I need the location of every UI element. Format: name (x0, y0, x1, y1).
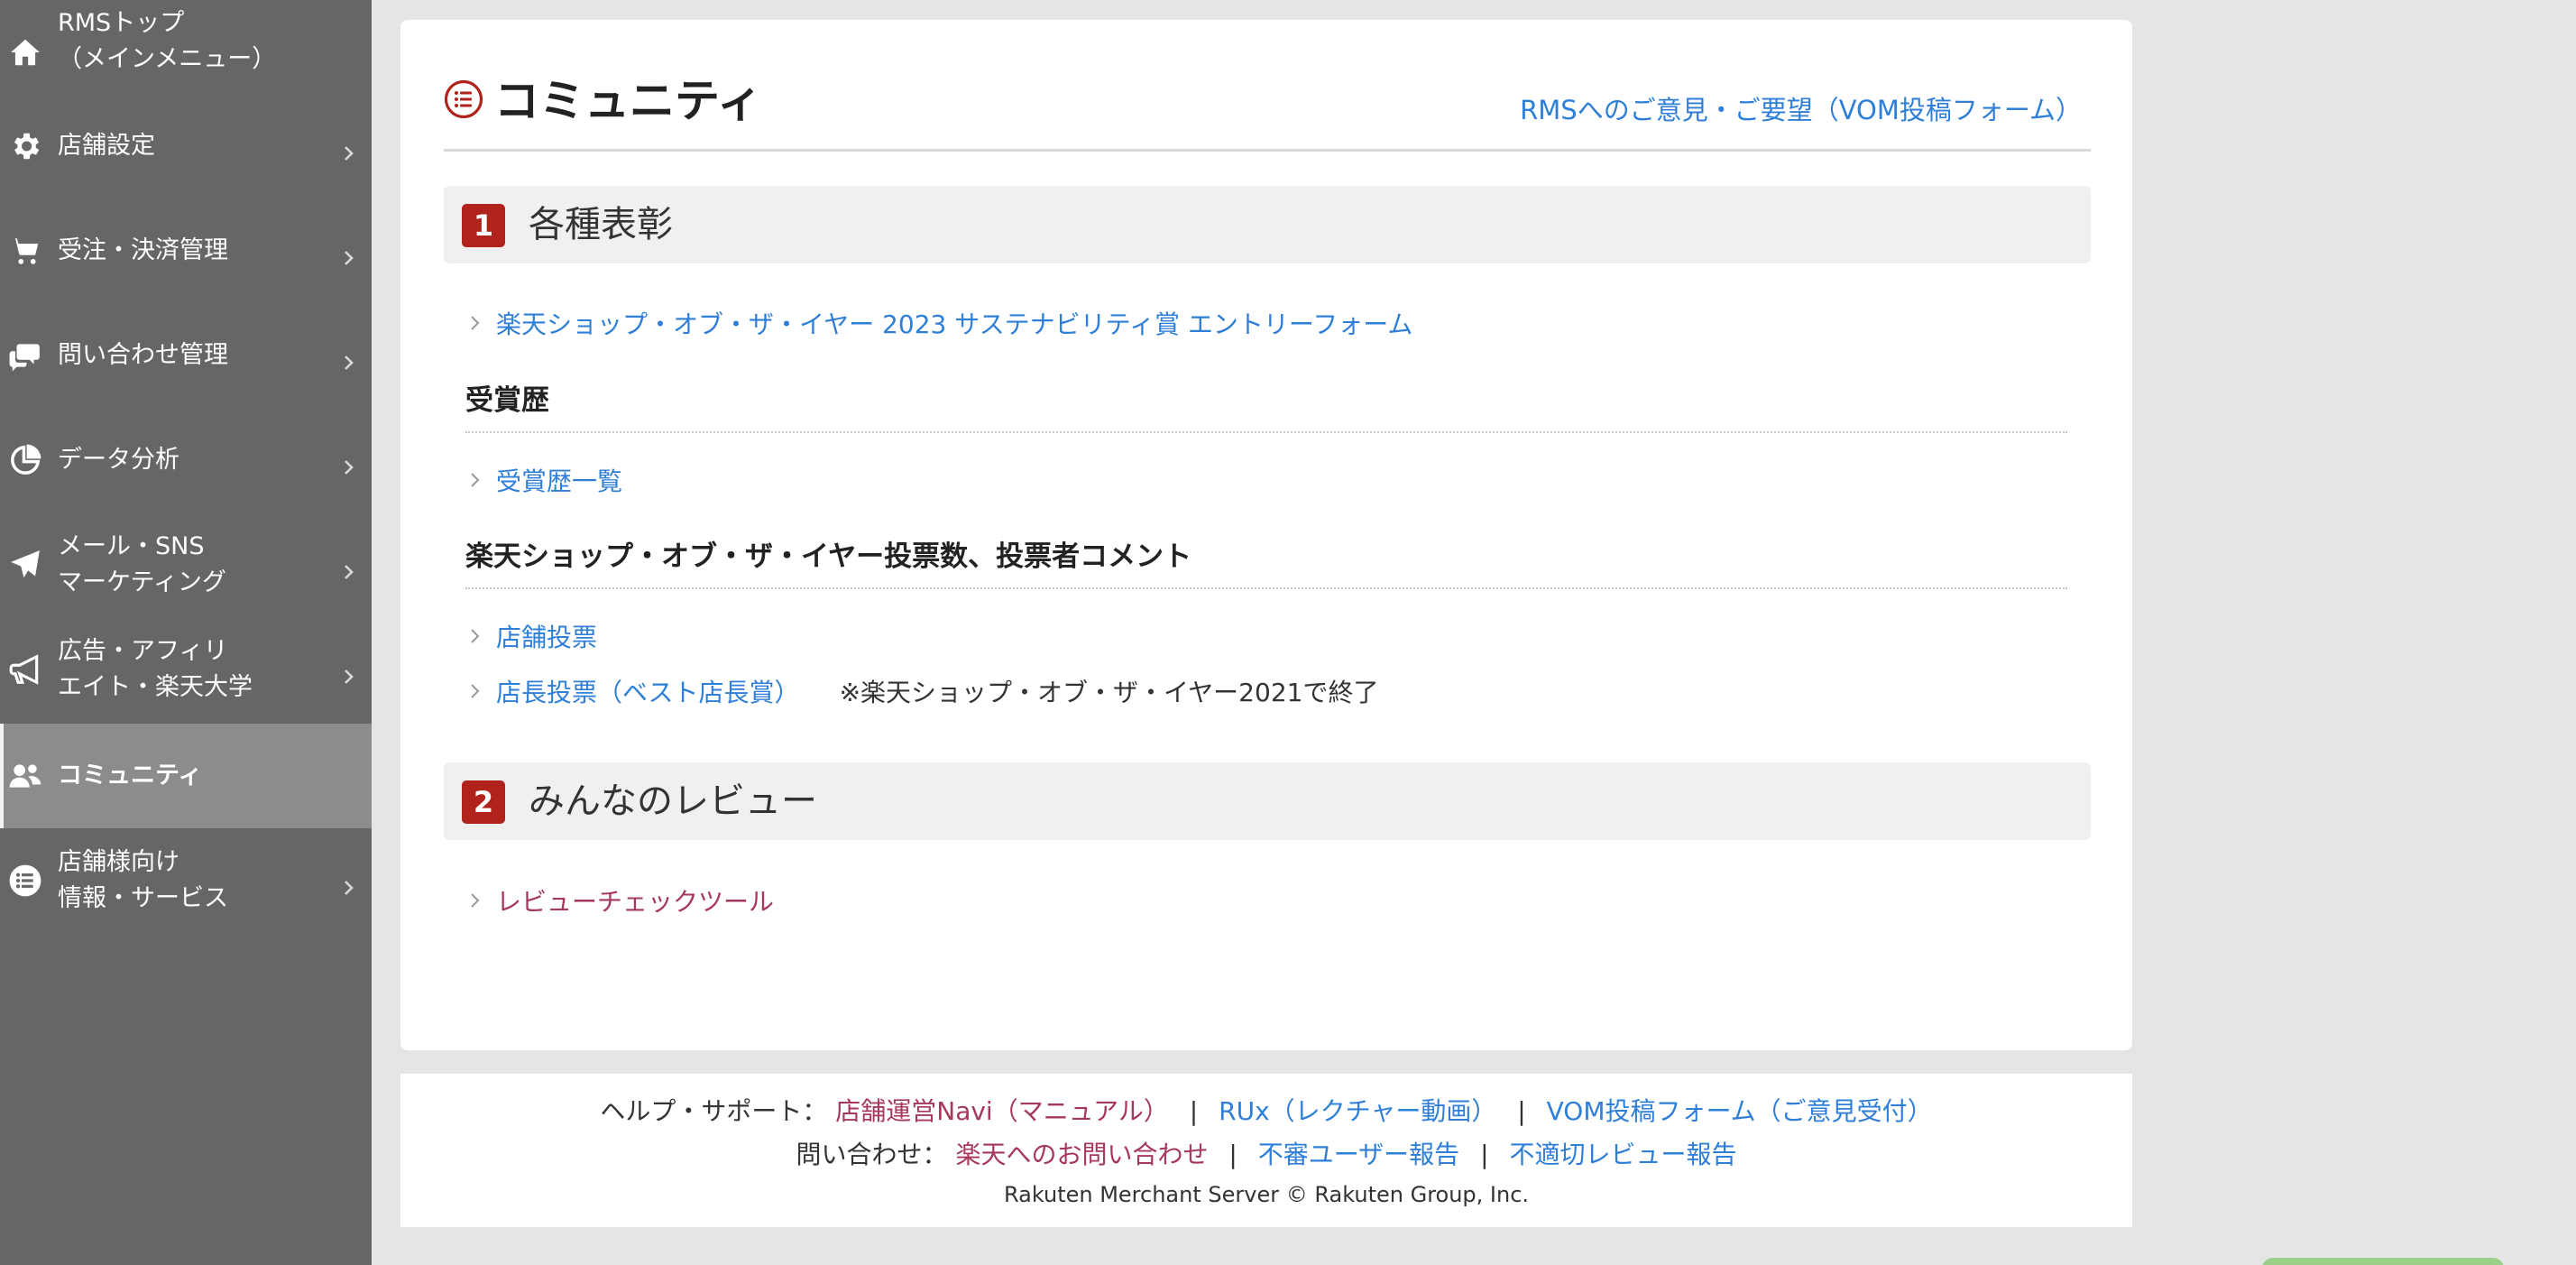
section-title: 各種表彰 (529, 204, 673, 245)
footer-help-row: ヘルプ・サポート： 店舗運営Navi（マニュアル） | RUx（レクチャー動画）… (400, 1092, 2132, 1128)
footer-help-label: ヘルプ・サポート： (600, 1096, 828, 1126)
sidebar-item-label: コミュニティ (58, 762, 203, 789)
chevron-right-icon (339, 451, 357, 475)
footer-contact-row: 問い合わせ： 楽天へのお問い合わせ | 不審ユーザー報告 | 不適切レビュー報告 (400, 1135, 2132, 1171)
list-item: レビューチェックツール (465, 882, 774, 919)
paper-plane-icon (7, 547, 43, 583)
users-icon (7, 758, 43, 794)
chevron-right-icon (465, 681, 485, 701)
footer-separator: | (1189, 1096, 1199, 1126)
list-icon (7, 863, 43, 899)
footer-rux-link[interactable]: RUx（レクチャー動画） (1219, 1096, 1496, 1126)
chat-icon (7, 337, 43, 374)
chevron-right-icon (465, 470, 485, 490)
footer-separator: | (1517, 1096, 1526, 1126)
manager-vote-link[interactable]: 店長投票（ベスト店長賞） (496, 673, 800, 709)
chevron-right-icon (465, 626, 485, 646)
megaphone-icon (7, 651, 43, 688)
footer-separator: | (1228, 1140, 1237, 1169)
sidebar-item-label: 広告・アフィリ エイト・楽天大学 (58, 637, 253, 701)
section-title: みんなのレビュー (529, 780, 817, 822)
floating-tab[interactable] (2262, 1258, 2504, 1265)
sidebar-item-label: 問い合わせ管理 (58, 341, 228, 369)
section-number-badge: 2 (462, 780, 505, 824)
ended-note: ※楽天ショップ・オブ・ザ・イヤー2021で終了 (839, 678, 1379, 707)
chevron-right-icon (339, 872, 357, 895)
pie-chart-icon (7, 442, 43, 478)
list-circle-icon (444, 79, 483, 119)
footer-vom-form-link[interactable]: VOM投稿フォーム（ご意見受付） (1547, 1096, 1933, 1126)
sidebar-item-inquiries[interactable]: 問い合わせ管理 (0, 303, 372, 408)
footer-separator: | (1480, 1140, 1489, 1169)
footer-inappropriate-review-link[interactable]: 不適切レビュー報告 (1509, 1140, 1736, 1169)
main-content-card: コミュニティ RMSへのご意見・ご要望（VOM投稿フォーム） 1 各種表彰 楽天… (400, 20, 2132, 1050)
footer-suspicious-user-link[interactable]: 不審ユーザー報告 (1258, 1140, 1459, 1169)
list-item: 楽天ショップ・オブ・ザ・イヤー 2023 サステナビリティ賞 エントリーフォーム (465, 305, 1412, 341)
section-number-badge: 1 (462, 204, 505, 247)
sidebar-item-mail-sns[interactable]: メール・SNS マーケティング (0, 512, 372, 617)
gear-icon (7, 128, 43, 164)
footer-contact-label: 問い合わせ： (796, 1140, 948, 1169)
sidebar-item-store-info-services[interactable]: 店舗様向け 情報・サービス (0, 828, 372, 933)
page-title: コミュニティ (494, 75, 762, 127)
review-check-tool-link[interactable]: レビューチェックツール (496, 882, 774, 919)
footer: ヘルプ・サポート： 店舗運営Navi（マニュアル） | RUx（レクチャー動画）… (400, 1074, 2132, 1227)
sidebar-item-ads-affiliate[interactable]: 広告・アフィリ エイト・楽天大学 (0, 617, 372, 722)
subsection-heading-votes: 楽天ショップ・オブ・ザ・イヤー投票数、投票者コメント (465, 537, 2067, 589)
chevron-right-icon (339, 242, 357, 265)
sidebar-item-label: メール・SNS マーケティング (58, 532, 226, 596)
list-item: 店長投票（ベスト店長賞） ※楽天ショップ・オブ・ザ・イヤー2021で終了 (465, 673, 1378, 709)
page-header: コミュニティ RMSへのご意見・ご要望（VOM投稿フォーム） (444, 56, 2091, 152)
footer-copyright: Rakuten Merchant Server © Rakuten Group,… (1003, 1182, 1530, 1207)
chevron-right-icon (339, 137, 357, 161)
sidebar-item-label: データ分析 (58, 446, 179, 474)
sidebar-item-rms-top[interactable]: RMSトップ （メインメニュー） (0, 0, 372, 105)
chevron-right-icon (339, 556, 357, 579)
footer-navi-manual-link[interactable]: 店舗運営Navi（マニュアル） (835, 1096, 1169, 1126)
list-item: 店舗投票 (465, 618, 597, 654)
store-vote-link[interactable]: 店舗投票 (496, 618, 597, 654)
chevron-right-icon (339, 346, 357, 370)
chevron-right-icon (465, 891, 485, 910)
chevron-right-icon (465, 313, 485, 333)
section-header-awards: 1 各種表彰 (444, 186, 2091, 263)
section-header-reviews: 2 みんなのレビュー (444, 762, 2091, 840)
sidebar-item-data-analysis[interactable]: データ分析 (0, 408, 372, 512)
sidebar-item-store-settings[interactable]: 店舗設定 (0, 94, 372, 199)
sustainability-entry-link[interactable]: 楽天ショップ・オブ・ザ・イヤー 2023 サステナビリティ賞 エントリーフォーム (496, 305, 1412, 341)
footer-contact-rakuten-link[interactable]: 楽天へのお問い合わせ (955, 1140, 1208, 1169)
sidebar-item-label: RMSトップ （メインメニュー） (58, 9, 277, 73)
awards-history-list-link[interactable]: 受賞歴一覧 (496, 462, 622, 498)
subsection-heading-awards-history: 受賞歴 (465, 381, 2067, 433)
sidebar-item-orders[interactable]: 受注・決済管理 (0, 199, 372, 303)
cart-icon (7, 233, 43, 269)
home-icon (7, 34, 43, 70)
list-item: 受賞歴一覧 (465, 462, 622, 498)
feedback-link[interactable]: RMSへのご意見・ご要望（VOM投稿フォーム） (1520, 92, 2082, 128)
sidebar-item-label: 店舗設定 (58, 132, 155, 160)
chevron-right-icon (339, 660, 357, 684)
sidebar-item-label: 受注・決済管理 (58, 236, 228, 264)
sidebar-item-community[interactable]: コミュニティ (0, 724, 372, 828)
sidebar: RMSトップ （メインメニュー） 店舗設定 受注・決済管理 問い合わせ管理 デー… (0, 0, 372, 1265)
sidebar-item-label: 店舗様向け 情報・サービス (58, 848, 228, 912)
